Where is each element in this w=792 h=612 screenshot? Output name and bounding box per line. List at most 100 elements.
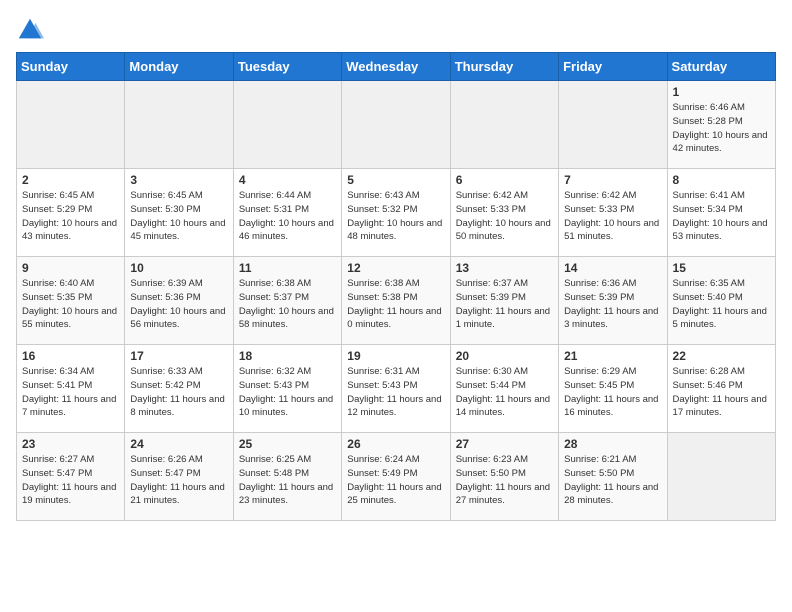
day-info: Sunrise: 6:25 AM Sunset: 5:48 PM Dayligh… xyxy=(239,453,336,508)
day-number: 27 xyxy=(456,437,553,451)
day-info: Sunrise: 6:45 AM Sunset: 5:29 PM Dayligh… xyxy=(22,189,119,244)
calendar-header: SundayMondayTuesdayWednesdayThursdayFrid… xyxy=(17,53,776,81)
day-info: Sunrise: 6:44 AM Sunset: 5:31 PM Dayligh… xyxy=(239,189,336,244)
day-number: 15 xyxy=(673,261,770,275)
day-number: 20 xyxy=(456,349,553,363)
day-number: 5 xyxy=(347,173,444,187)
day-info: Sunrise: 6:24 AM Sunset: 5:49 PM Dayligh… xyxy=(347,453,444,508)
day-info: Sunrise: 6:45 AM Sunset: 5:30 PM Dayligh… xyxy=(130,189,227,244)
day-cell: 13Sunrise: 6:37 AM Sunset: 5:39 PM Dayli… xyxy=(450,257,558,345)
day-cell: 2Sunrise: 6:45 AM Sunset: 5:29 PM Daylig… xyxy=(17,169,125,257)
day-cell xyxy=(342,81,450,169)
day-cell: 4 Sunrise: 6:44 AM Sunset: 5:31 PM Daylig… xyxy=(233,169,341,257)
day-cell xyxy=(667,433,775,521)
day-info: Sunrise: 6:36 AM Sunset: 5:39 PM Dayligh… xyxy=(564,277,661,332)
day-number: 26 xyxy=(347,437,444,451)
day-number: 28 xyxy=(564,437,661,451)
day-info: Sunrise: 6:30 AM Sunset: 5:44 PM Dayligh… xyxy=(456,365,553,420)
day-info: Sunrise: 6:34 AM Sunset: 5:41 PM Dayligh… xyxy=(22,365,119,420)
week-row: 23 Sunrise: 6:27 AM Sunset: 5:47 PM Dayli… xyxy=(17,433,776,521)
day-number: 4 xyxy=(239,173,336,187)
day-info: Sunrise: 6:31 AM Sunset: 5:43 PM Dayligh… xyxy=(347,365,444,420)
day-cell: 15 Sunrise: 6:35 AM Sunset: 5:40 PM Dayli… xyxy=(667,257,775,345)
day-cell: 7Sunrise: 6:42 AM Sunset: 5:33 PM Daylig… xyxy=(559,169,667,257)
week-row: 16 Sunrise: 6:34 AM Sunset: 5:41 PM Dayli… xyxy=(17,345,776,433)
day-info: Sunrise: 6:32 AM Sunset: 5:43 PM Dayligh… xyxy=(239,365,336,420)
day-cell: 1Sunrise: 6:46 AM Sunset: 5:28 PM Daylig… xyxy=(667,81,775,169)
day-number: 9 xyxy=(22,261,119,275)
day-cell: 26 Sunrise: 6:24 AM Sunset: 5:49 PM Dayli… xyxy=(342,433,450,521)
day-info: Sunrise: 6:46 AM Sunset: 5:28 PM Dayligh… xyxy=(673,101,770,156)
day-cell: 20 Sunrise: 6:30 AM Sunset: 5:44 PM Dayli… xyxy=(450,345,558,433)
day-number: 14 xyxy=(564,261,661,275)
day-number: 23 xyxy=(22,437,119,451)
day-cell: 5 Sunrise: 6:43 AM Sunset: 5:32 PM Daylig… xyxy=(342,169,450,257)
header-cell-wednesday: Wednesday xyxy=(342,53,450,81)
day-info: Sunrise: 6:43 AM Sunset: 5:32 PM Dayligh… xyxy=(347,189,444,244)
day-number: 11 xyxy=(239,261,336,275)
day-number: 8 xyxy=(673,173,770,187)
day-cell: 23 Sunrise: 6:27 AM Sunset: 5:47 PM Dayli… xyxy=(17,433,125,521)
day-info: Sunrise: 6:35 AM Sunset: 5:40 PM Dayligh… xyxy=(673,277,770,332)
day-number: 25 xyxy=(239,437,336,451)
day-info: Sunrise: 6:41 AM Sunset: 5:34 PM Dayligh… xyxy=(673,189,770,244)
day-cell: 9Sunrise: 6:40 AM Sunset: 5:35 PM Daylig… xyxy=(17,257,125,345)
day-info: Sunrise: 6:27 AM Sunset: 5:47 PM Dayligh… xyxy=(22,453,119,508)
day-info: Sunrise: 6:33 AM Sunset: 5:42 PM Dayligh… xyxy=(130,365,227,420)
day-cell: 14 Sunrise: 6:36 AM Sunset: 5:39 PM Dayli… xyxy=(559,257,667,345)
header-cell-sunday: Sunday xyxy=(17,53,125,81)
day-cell: 19 Sunrise: 6:31 AM Sunset: 5:43 PM Dayli… xyxy=(342,345,450,433)
day-cell xyxy=(17,81,125,169)
day-cell: 22 Sunrise: 6:28 AM Sunset: 5:46 PM Dayli… xyxy=(667,345,775,433)
day-number: 3 xyxy=(130,173,227,187)
day-cell: 12Sunrise: 6:38 AM Sunset: 5:38 PM Dayli… xyxy=(342,257,450,345)
day-number: 17 xyxy=(130,349,227,363)
day-cell: 11 Sunrise: 6:38 AM Sunset: 5:37 PM Dayli… xyxy=(233,257,341,345)
day-number: 12 xyxy=(347,261,444,275)
day-info: Sunrise: 6:38 AM Sunset: 5:37 PM Dayligh… xyxy=(239,277,336,332)
day-info: Sunrise: 6:39 AM Sunset: 5:36 PM Dayligh… xyxy=(130,277,227,332)
day-number: 6 xyxy=(456,173,553,187)
day-cell: 18 Sunrise: 6:32 AM Sunset: 5:43 PM Dayli… xyxy=(233,345,341,433)
week-row: 1Sunrise: 6:46 AM Sunset: 5:28 PM Daylig… xyxy=(17,81,776,169)
header-cell-monday: Monday xyxy=(125,53,233,81)
day-number: 18 xyxy=(239,349,336,363)
logo-icon xyxy=(16,16,44,44)
day-info: Sunrise: 6:23 AM Sunset: 5:50 PM Dayligh… xyxy=(456,453,553,508)
day-cell: 10 Sunrise: 6:39 AM Sunset: 5:36 PM Dayli… xyxy=(125,257,233,345)
header-cell-tuesday: Tuesday xyxy=(233,53,341,81)
day-number: 19 xyxy=(347,349,444,363)
day-number: 16 xyxy=(22,349,119,363)
day-number: 7 xyxy=(564,173,661,187)
day-info: Sunrise: 6:26 AM Sunset: 5:47 PM Dayligh… xyxy=(130,453,227,508)
day-number: 10 xyxy=(130,261,227,275)
day-cell xyxy=(125,81,233,169)
day-cell: 24Sunrise: 6:26 AM Sunset: 5:47 PM Dayli… xyxy=(125,433,233,521)
day-cell: 25 Sunrise: 6:25 AM Sunset: 5:48 PM Dayli… xyxy=(233,433,341,521)
day-cell: 21 Sunrise: 6:29 AM Sunset: 5:45 PM Dayli… xyxy=(559,345,667,433)
day-info: Sunrise: 6:29 AM Sunset: 5:45 PM Dayligh… xyxy=(564,365,661,420)
header-cell-friday: Friday xyxy=(559,53,667,81)
day-cell xyxy=(233,81,341,169)
header-cell-thursday: Thursday xyxy=(450,53,558,81)
day-info: Sunrise: 6:42 AM Sunset: 5:33 PM Dayligh… xyxy=(456,189,553,244)
day-cell: 8 Sunrise: 6:41 AM Sunset: 5:34 PM Daylig… xyxy=(667,169,775,257)
logo xyxy=(16,16,48,44)
day-cell: 6 Sunrise: 6:42 AM Sunset: 5:33 PM Daylig… xyxy=(450,169,558,257)
day-number: 21 xyxy=(564,349,661,363)
day-number: 22 xyxy=(673,349,770,363)
calendar-body: 1Sunrise: 6:46 AM Sunset: 5:28 PM Daylig… xyxy=(17,81,776,521)
day-cell xyxy=(450,81,558,169)
day-cell: 28 Sunrise: 6:21 AM Sunset: 5:50 PM Dayli… xyxy=(559,433,667,521)
header-row: SundayMondayTuesdayWednesdayThursdayFrid… xyxy=(17,53,776,81)
header-cell-saturday: Saturday xyxy=(667,53,775,81)
week-row: 9Sunrise: 6:40 AM Sunset: 5:35 PM Daylig… xyxy=(17,257,776,345)
day-info: Sunrise: 6:37 AM Sunset: 5:39 PM Dayligh… xyxy=(456,277,553,332)
day-cell: 3 Sunrise: 6:45 AM Sunset: 5:30 PM Daylig… xyxy=(125,169,233,257)
day-cell xyxy=(559,81,667,169)
header xyxy=(16,16,776,44)
day-info: Sunrise: 6:28 AM Sunset: 5:46 PM Dayligh… xyxy=(673,365,770,420)
day-info: Sunrise: 6:21 AM Sunset: 5:50 PM Dayligh… xyxy=(564,453,661,508)
week-row: 2Sunrise: 6:45 AM Sunset: 5:29 PM Daylig… xyxy=(17,169,776,257)
day-cell: 27 Sunrise: 6:23 AM Sunset: 5:50 PM Dayli… xyxy=(450,433,558,521)
